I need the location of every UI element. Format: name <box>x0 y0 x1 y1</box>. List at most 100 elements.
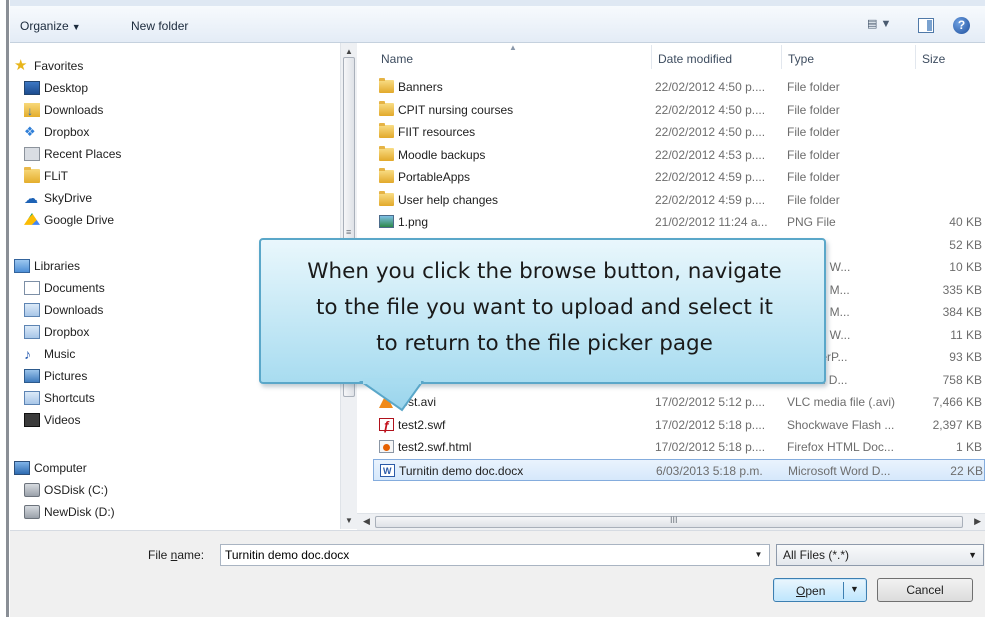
table-row[interactable]: Turnitin demo doc.docx 6/03/2013 5:18 p.m… <box>373 458 985 482</box>
organize-button[interactable]: Organize ▼ <box>20 19 81 33</box>
file-type-cell: File folder <box>787 170 840 184</box>
column-divider <box>651 45 652 69</box>
callout-line-1: When you click the browse button, naviga… <box>307 259 782 284</box>
file-size-cell: 22 KB <box>950 463 983 478</box>
nav-lib-shortcuts[interactable]: Shortcuts <box>24 388 95 408</box>
date-modified-cell: 17/02/2012 5:18 p.... <box>655 440 766 454</box>
nav-desktop[interactable]: Desktop <box>24 78 89 98</box>
file-type-cell: Firefox HTML Doc... <box>787 440 894 454</box>
column-date-modified[interactable]: Date modified <box>658 52 732 66</box>
file-name-cell: 1.png <box>398 215 429 229</box>
file-type-cell: VLC media file (.avi) <box>787 395 896 409</box>
hscroll-grip: III <box>670 515 678 525</box>
file-list-horizontal-scrollbar[interactable]: ◀ III ▶ <box>357 513 985 530</box>
scroll-right-icon[interactable]: ▶ <box>974 516 981 527</box>
date-modified-cell: 17/02/2012 5:12 p.... <box>655 395 766 409</box>
hscroll-thumb[interactable]: III <box>375 515 963 528</box>
open-button[interactable]: Open ▼ <box>773 578 867 602</box>
file-name-input[interactable] <box>220 544 770 566</box>
folder-file-icon <box>379 168 394 183</box>
nav-computer[interactable]: Computer <box>14 458 87 478</box>
file-name-cell: FIIT resources <box>398 125 476 139</box>
skydrive-icon: ☁ <box>24 190 38 206</box>
file-size-cell: 758 KB <box>942 372 982 387</box>
open-dropdown-icon[interactable]: ▼ <box>850 584 859 594</box>
nav-lib-downloads[interactable]: Downloads <box>24 300 103 320</box>
table-row[interactable]: FIIT resources 22/02/2012 4:50 p.... File … <box>373 121 985 143</box>
table-row[interactable]: User help changes 22/02/2012 4:59 p.... Fi… <box>373 189 985 211</box>
file-name-cell: test.avi <box>398 395 437 409</box>
nav-lib-pictures[interactable]: Pictures <box>24 366 87 386</box>
file-size-cell: 52 KB <box>949 237 982 252</box>
nav-google-drive[interactable]: Google Drive <box>24 210 114 230</box>
nav-libraries[interactable]: Libraries <box>14 256 81 276</box>
nav-recent-places-label: Recent Places <box>44 147 122 161</box>
callout-line-2: to the file you want to upload and selec… <box>316 295 773 320</box>
videos-icon <box>24 413 40 427</box>
scroll-down-icon[interactable]: ▼ <box>345 516 353 525</box>
folder-file-icon <box>379 100 394 116</box>
scroll-up-icon[interactable]: ▲ <box>345 47 353 56</box>
nav-downloads[interactable]: Downloads <box>24 100 104 121</box>
nav-favorites[interactable]: ★ Favorites <box>14 56 83 76</box>
help-icon[interactable]: ? <box>953 17 970 34</box>
chevron-down-icon: ▼ <box>968 550 977 560</box>
nav-lib-documents[interactable]: Documents <box>24 278 105 298</box>
recent-places-icon <box>24 147 40 161</box>
callout-text: When you click the browse button, naviga… <box>261 254 828 362</box>
file-size-cell: 384 KB <box>942 305 982 319</box>
nav-lib-shortcuts-label: Shortcuts <box>44 391 95 405</box>
file-type-cell: Shockwave Flash ... <box>787 417 895 432</box>
nav-lib-dropbox[interactable]: Dropbox <box>24 322 89 342</box>
new-folder-button[interactable]: New folder <box>131 19 188 33</box>
column-type[interactable]: Type <box>788 52 814 66</box>
table-row[interactable]: test.avi 17/02/2012 5:12 p.... VLC media f… <box>373 391 985 413</box>
nav-dropbox[interactable]: ❖ Dropbox <box>24 122 90 142</box>
file-type-cell: File folder <box>787 80 840 94</box>
downloads-folder-icon <box>24 101 40 121</box>
nav-skydrive[interactable]: ☁ SkyDrive <box>24 188 92 208</box>
swf-file-icon <box>379 415 394 437</box>
file-type-cell: Microsoft Word D... <box>788 463 891 478</box>
scroll-left-icon[interactable]: ◀ <box>363 516 370 527</box>
file-name-cell: Turnitin demo doc.docx <box>399 463 524 478</box>
nav-downloads-label: Downloads <box>44 103 104 117</box>
nav-desktop-label: Desktop <box>44 81 89 95</box>
folder-file-icon <box>379 190 394 206</box>
table-row[interactable]: Moodle backups 22/02/2012 4:53 p.... File … <box>373 144 985 166</box>
nav-osdisk[interactable]: OSDisk (C:) <box>24 480 108 500</box>
file-name-dropdown-icon[interactable]: ▼ <box>748 545 769 565</box>
nav-libraries-label: Libraries <box>34 259 81 273</box>
column-size[interactable]: Size <box>922 52 945 66</box>
nav-recent-places[interactable]: Recent Places <box>24 144 122 164</box>
nav-lib-videos[interactable]: Videos <box>24 410 80 430</box>
table-row[interactable]: PortableApps 22/02/2012 4:59 p.... File fo… <box>373 166 985 188</box>
preview-pane-icon[interactable] <box>918 18 934 33</box>
table-row[interactable]: CPIT nursing courses 22/02/2012 4:50 p...… <box>373 99 985 121</box>
file-type-filter[interactable]: All Files (*.*) ▼ <box>776 544 984 566</box>
date-modified-cell: 22/02/2012 4:50 p.... <box>655 125 766 139</box>
table-row[interactable]: test2.swf 17/02/2012 5:18 p.... Shockwave … <box>373 414 985 437</box>
callout-line-3: to return to the file picker page <box>376 331 713 356</box>
folder-icon <box>24 167 40 183</box>
file-type-cell: File folder <box>787 192 840 207</box>
nav-dropbox-label: Dropbox <box>44 125 90 139</box>
music-icon: ♪ <box>24 346 31 362</box>
nav-newdisk[interactable]: NewDisk (D:) <box>24 502 115 522</box>
file-name-cell: CPIT nursing courses <box>398 102 514 117</box>
open-rest: pen <box>805 584 826 598</box>
nav-flit[interactable]: FLiT <box>24 166 68 186</box>
table-row[interactable]: test2.swf.html 17/02/2012 5:18 p.... Firef… <box>373 436 985 458</box>
views-icon[interactable]: ▤ ▼ <box>867 17 903 35</box>
cancel-button[interactable]: Cancel <box>877 578 973 602</box>
grip-icon: ≡ <box>346 227 352 237</box>
open-accel: O <box>796 584 806 598</box>
nav-lib-music[interactable]: ♪ Music <box>24 344 75 364</box>
table-row[interactable]: Banners 22/02/2012 4:50 p.... File folder <box>373 76 985 98</box>
column-name[interactable]: Name <box>381 52 413 66</box>
nav-newdisk-label: NewDisk (D:) <box>44 505 115 519</box>
table-row[interactable]: 1.png 21/02/2012 11:24 a... PNG File 40 KB <box>373 211 985 233</box>
documents-icon <box>24 281 40 295</box>
frame-edge <box>6 0 9 617</box>
sort-ascending-icon: ▲ <box>509 43 517 52</box>
